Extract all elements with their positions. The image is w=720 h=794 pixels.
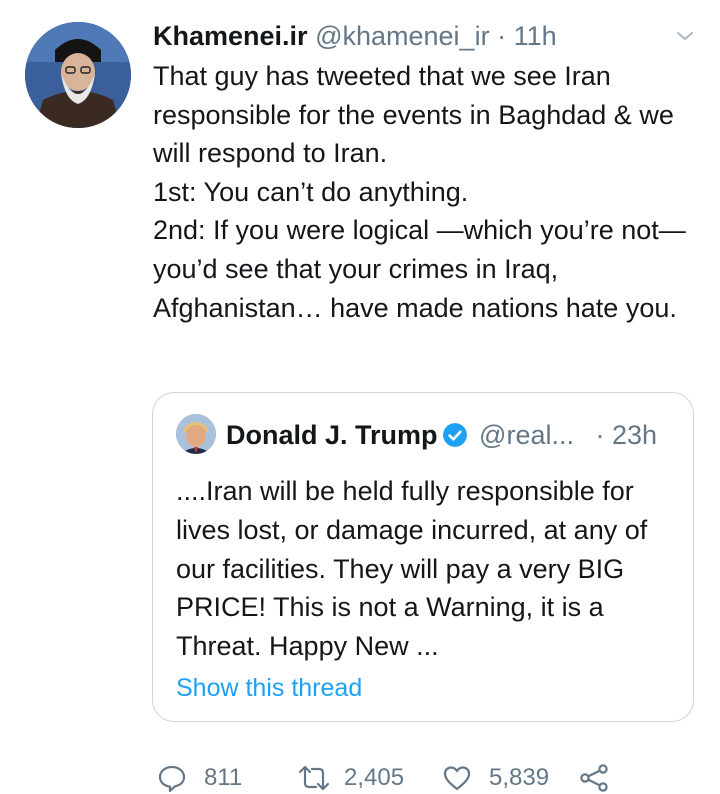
verified-badge-icon [442,422,467,447]
quoted-header: Donald J. Trump @real... · 23h [226,417,657,453]
quoted-author-avatar [176,414,216,454]
tweet-text: That guy has tweeted that we see Iran re… [153,61,686,323]
reply-count: 811 [204,764,243,791]
author-name[interactable]: Khamenei.ir [153,21,308,51]
separator-dot: · [497,21,507,51]
author-handle[interactable]: @khamenei_ir [315,21,490,51]
tweet-header: Khamenei.ir @khamenei_ir · 11h [153,18,557,54]
quoted-timestamp: 23h [612,420,658,450]
chevron-down-icon[interactable] [673,24,697,48]
tweet-timestamp[interactable]: 11h [514,21,557,51]
author-avatar-image [25,22,131,128]
quoted-author-handle: @real... [479,420,574,450]
quoted-author-name: Donald J. Trump [226,420,438,450]
retweet-count: 2,405 [344,764,405,791]
author-avatar[interactable] [25,22,131,128]
quoted-tweet-text: ....Iran will be held fully responsible … [176,476,648,662]
like-count: 5,839 [489,764,550,791]
show-thread-link[interactable]: Show this thread [176,674,362,703]
quoted-separator-dot: · [595,420,605,450]
